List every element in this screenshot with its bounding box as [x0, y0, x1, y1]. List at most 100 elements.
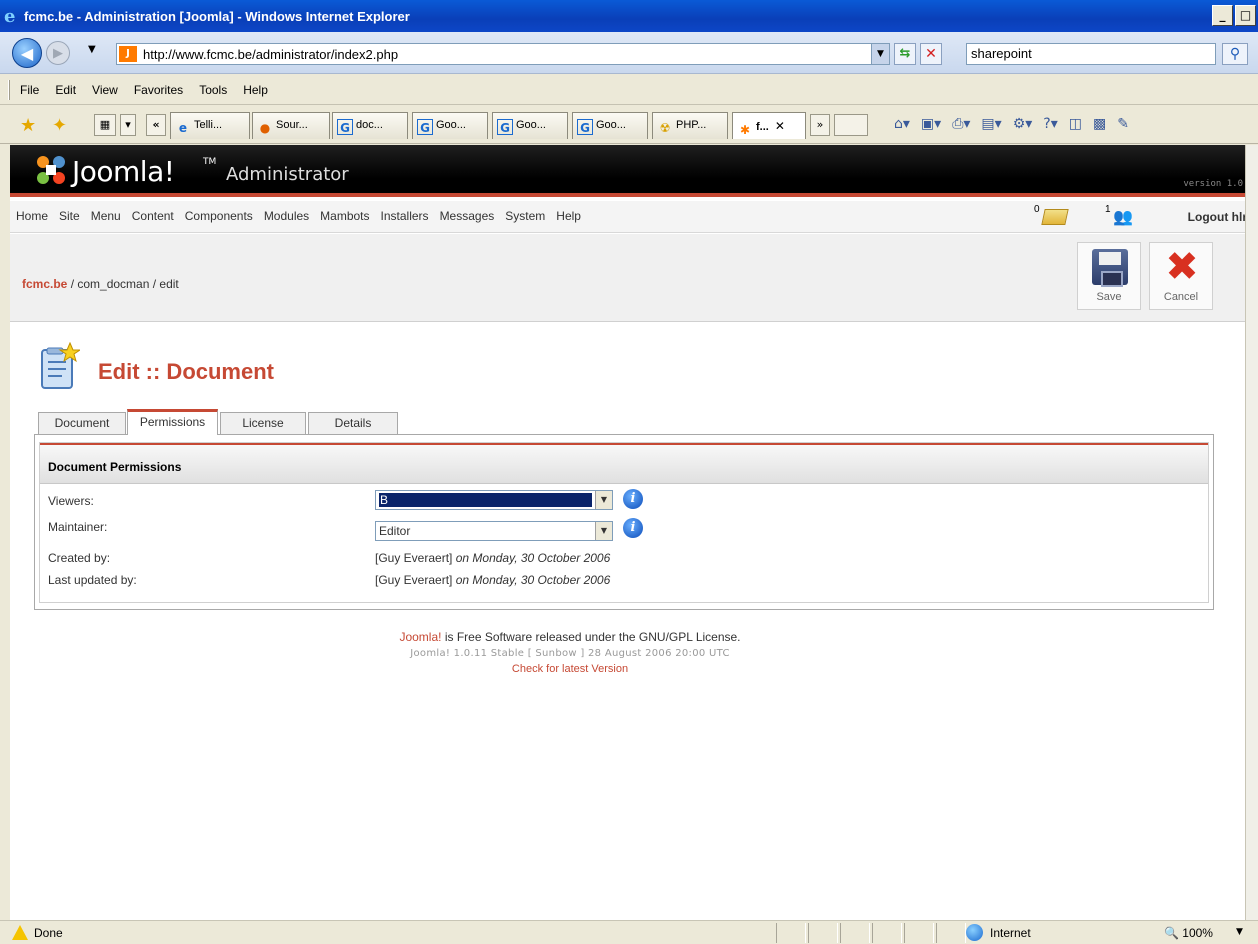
viewers-selected-value: B — [379, 493, 592, 507]
nav-site[interactable]: Site — [59, 209, 80, 223]
document-edit-icon — [41, 342, 80, 389]
tab-license[interactable]: License — [220, 412, 306, 434]
home-icon[interactable]: ⌂▾ — [894, 116, 910, 132]
print-icon[interactable]: ⎙▾ — [952, 116, 970, 132]
logout-link[interactable]: Logout hlr — [1188, 210, 1247, 224]
browser-tab-2[interactable]: ● Sour... — [252, 112, 330, 139]
panel-title: Document Permissions — [48, 460, 182, 474]
joomla-favicon-icon: J — [119, 46, 137, 62]
nav-components[interactable]: Components — [185, 209, 253, 223]
messenger-icon[interactable]: ▩ — [1093, 116, 1106, 132]
browser-tab-4[interactable]: G Goo... — [412, 112, 488, 139]
joomla-logo-icon — [37, 156, 65, 184]
check-version-link[interactable]: Check for latest Version — [10, 663, 1130, 675]
browser-tab-5[interactable]: G Goo... — [492, 112, 568, 139]
browser-tab-7[interactable]: ☢ PHP... — [652, 112, 728, 139]
browser-tab-1[interactable]: e Telli... — [170, 112, 250, 139]
tab-permissions[interactable]: Permissions — [127, 409, 218, 435]
footer-version: Joomla! 1.0.11 Stable [ Sunbow ] 28 Augu… — [410, 648, 730, 659]
refresh-button[interactable]: ⇆ — [894, 43, 916, 65]
messages-envelope-icon[interactable] — [1041, 209, 1069, 225]
google-icon: G — [337, 119, 353, 135]
info-icon[interactable]: i — [623, 489, 643, 509]
add-favorite-star-icon[interactable]: ✦ — [52, 115, 67, 136]
help-icon[interactable]: ?▾ — [1043, 116, 1057, 132]
close-tab-icon[interactable]: ✕ — [775, 119, 785, 133]
address-dropdown-button[interactable]: ▼ — [871, 44, 889, 64]
internet-globe-icon — [966, 924, 983, 941]
breadcrumb-site-link[interactable]: fcmc.be — [22, 277, 67, 291]
security-zone[interactable]: Internet — [990, 926, 1031, 940]
warning-icon[interactable] — [12, 925, 28, 940]
browser-tab-active[interactable]: ✱ f... ✕ — [732, 112, 806, 139]
save-button[interactable]: Save — [1077, 242, 1141, 310]
page-viewport: Joomla! TM Administrator version 1.0 Hom… — [10, 145, 1255, 920]
favorites-center-star-icon[interactable]: ★ — [20, 115, 36, 136]
maintainer-label: Maintainer: — [48, 520, 108, 534]
nav-home[interactable]: Home — [16, 209, 48, 223]
maximize-button[interactable]: □ — [1235, 5, 1256, 26]
recent-pages-dropdown[interactable]: ▼ — [88, 44, 96, 55]
tab-document[interactable]: Document — [38, 412, 126, 434]
viewers-select[interactable]: B ▼ — [375, 490, 613, 510]
addon-icon[interactable]: ✎ — [1117, 116, 1129, 132]
nav-installers[interactable]: Installers — [381, 209, 429, 223]
breadcrumb-path: / com_docman / edit — [67, 277, 179, 291]
tab-bar: ★ ✦ ▦ ▾ « e Telli... ● Sour... Gdoc... G Go… — [0, 106, 1258, 144]
maintainer-row: Maintainer: Editor ▼ i — [48, 516, 1208, 541]
nav-messages[interactable]: Messages — [440, 209, 495, 223]
tab-overflow-button[interactable]: » — [810, 114, 830, 136]
google-icon: G — [417, 119, 433, 135]
new-tab-button[interactable] — [834, 114, 868, 136]
tab-details[interactable]: Details — [308, 412, 398, 434]
nav-modules[interactable]: Modules — [264, 209, 309, 223]
nav-help[interactable]: Help — [556, 209, 581, 223]
updated-label: Last updated by: — [48, 573, 137, 587]
zoom-dropdown-icon[interactable]: ▼ — [1236, 927, 1243, 937]
joomla-header: Joomla! TM Administrator version 1.0 — [10, 145, 1255, 197]
status-segment — [936, 923, 966, 943]
nav-system[interactable]: System — [505, 209, 545, 223]
address-url: http://www.fcmc.be/administrator/index2.… — [143, 47, 399, 62]
page-icon[interactable]: ▤▾ — [981, 116, 1001, 132]
chevron-down-icon[interactable]: ▼ — [595, 522, 612, 540]
info-icon[interactable]: i — [623, 518, 643, 538]
cancel-button[interactable]: ✖ Cancel — [1149, 242, 1213, 310]
tab-scroll-left-icon[interactable]: « — [146, 114, 166, 136]
menu-favorites[interactable]: Favorites — [134, 83, 183, 97]
users-online-count: 1 — [1105, 204, 1111, 215]
zoom-level[interactable]: 🔍 100% — [1164, 926, 1213, 940]
page-footer: Joomla! is Free Software released under … — [10, 630, 1130, 675]
minimize-button[interactable]: _ — [1212, 5, 1233, 26]
browser-tab-3[interactable]: Gdoc... — [332, 112, 408, 139]
research-icon[interactable]: ◫ — [1069, 116, 1082, 132]
users-online-icon[interactable]: 👥 — [1113, 207, 1133, 226]
title-bar: e fcmc.be - Administration [Joomla] - Wi… — [0, 0, 1258, 32]
search-button[interactable]: ⚲ — [1222, 43, 1248, 65]
tools-gear-icon[interactable]: ⚙▾ — [1013, 116, 1033, 132]
created-label: Created by: — [48, 551, 111, 565]
stop-button[interactable]: ✕ — [920, 43, 942, 65]
vertical-scrollbar[interactable] — [1245, 145, 1258, 920]
nav-mambots[interactable]: Mambots — [320, 209, 369, 223]
menu-view[interactable]: View — [92, 83, 118, 97]
quick-tabs-icon[interactable]: ▦ — [94, 114, 116, 136]
joomla-link[interactable]: Joomla! — [399, 630, 441, 644]
joomla-trademark: TM — [203, 157, 217, 167]
search-input[interactable]: sharepoint — [966, 43, 1216, 65]
tab-list-dropdown[interactable]: ▾ — [120, 114, 136, 136]
menu-edit[interactable]: Edit — [55, 83, 76, 97]
chevron-down-icon[interactable]: ▼ — [595, 491, 612, 509]
menu-file[interactable]: File — [20, 83, 39, 97]
maintainer-select[interactable]: Editor ▼ — [375, 521, 613, 541]
nav-content[interactable]: Content — [132, 209, 174, 223]
browser-tab-6[interactable]: G Goo... — [572, 112, 648, 139]
address-bar[interactable]: J http://www.fcmc.be/administrator/index… — [116, 43, 890, 65]
menu-help[interactable]: Help — [243, 83, 268, 97]
feeds-icon[interactable]: ▣▾ — [921, 116, 941, 132]
forward-button[interactable]: ▶ — [46, 41, 70, 65]
save-label: Save — [1096, 291, 1122, 303]
nav-menu[interactable]: Menu — [91, 209, 121, 223]
menu-tools[interactable]: Tools — [199, 83, 227, 97]
back-button[interactable]: ◀ — [12, 38, 42, 68]
